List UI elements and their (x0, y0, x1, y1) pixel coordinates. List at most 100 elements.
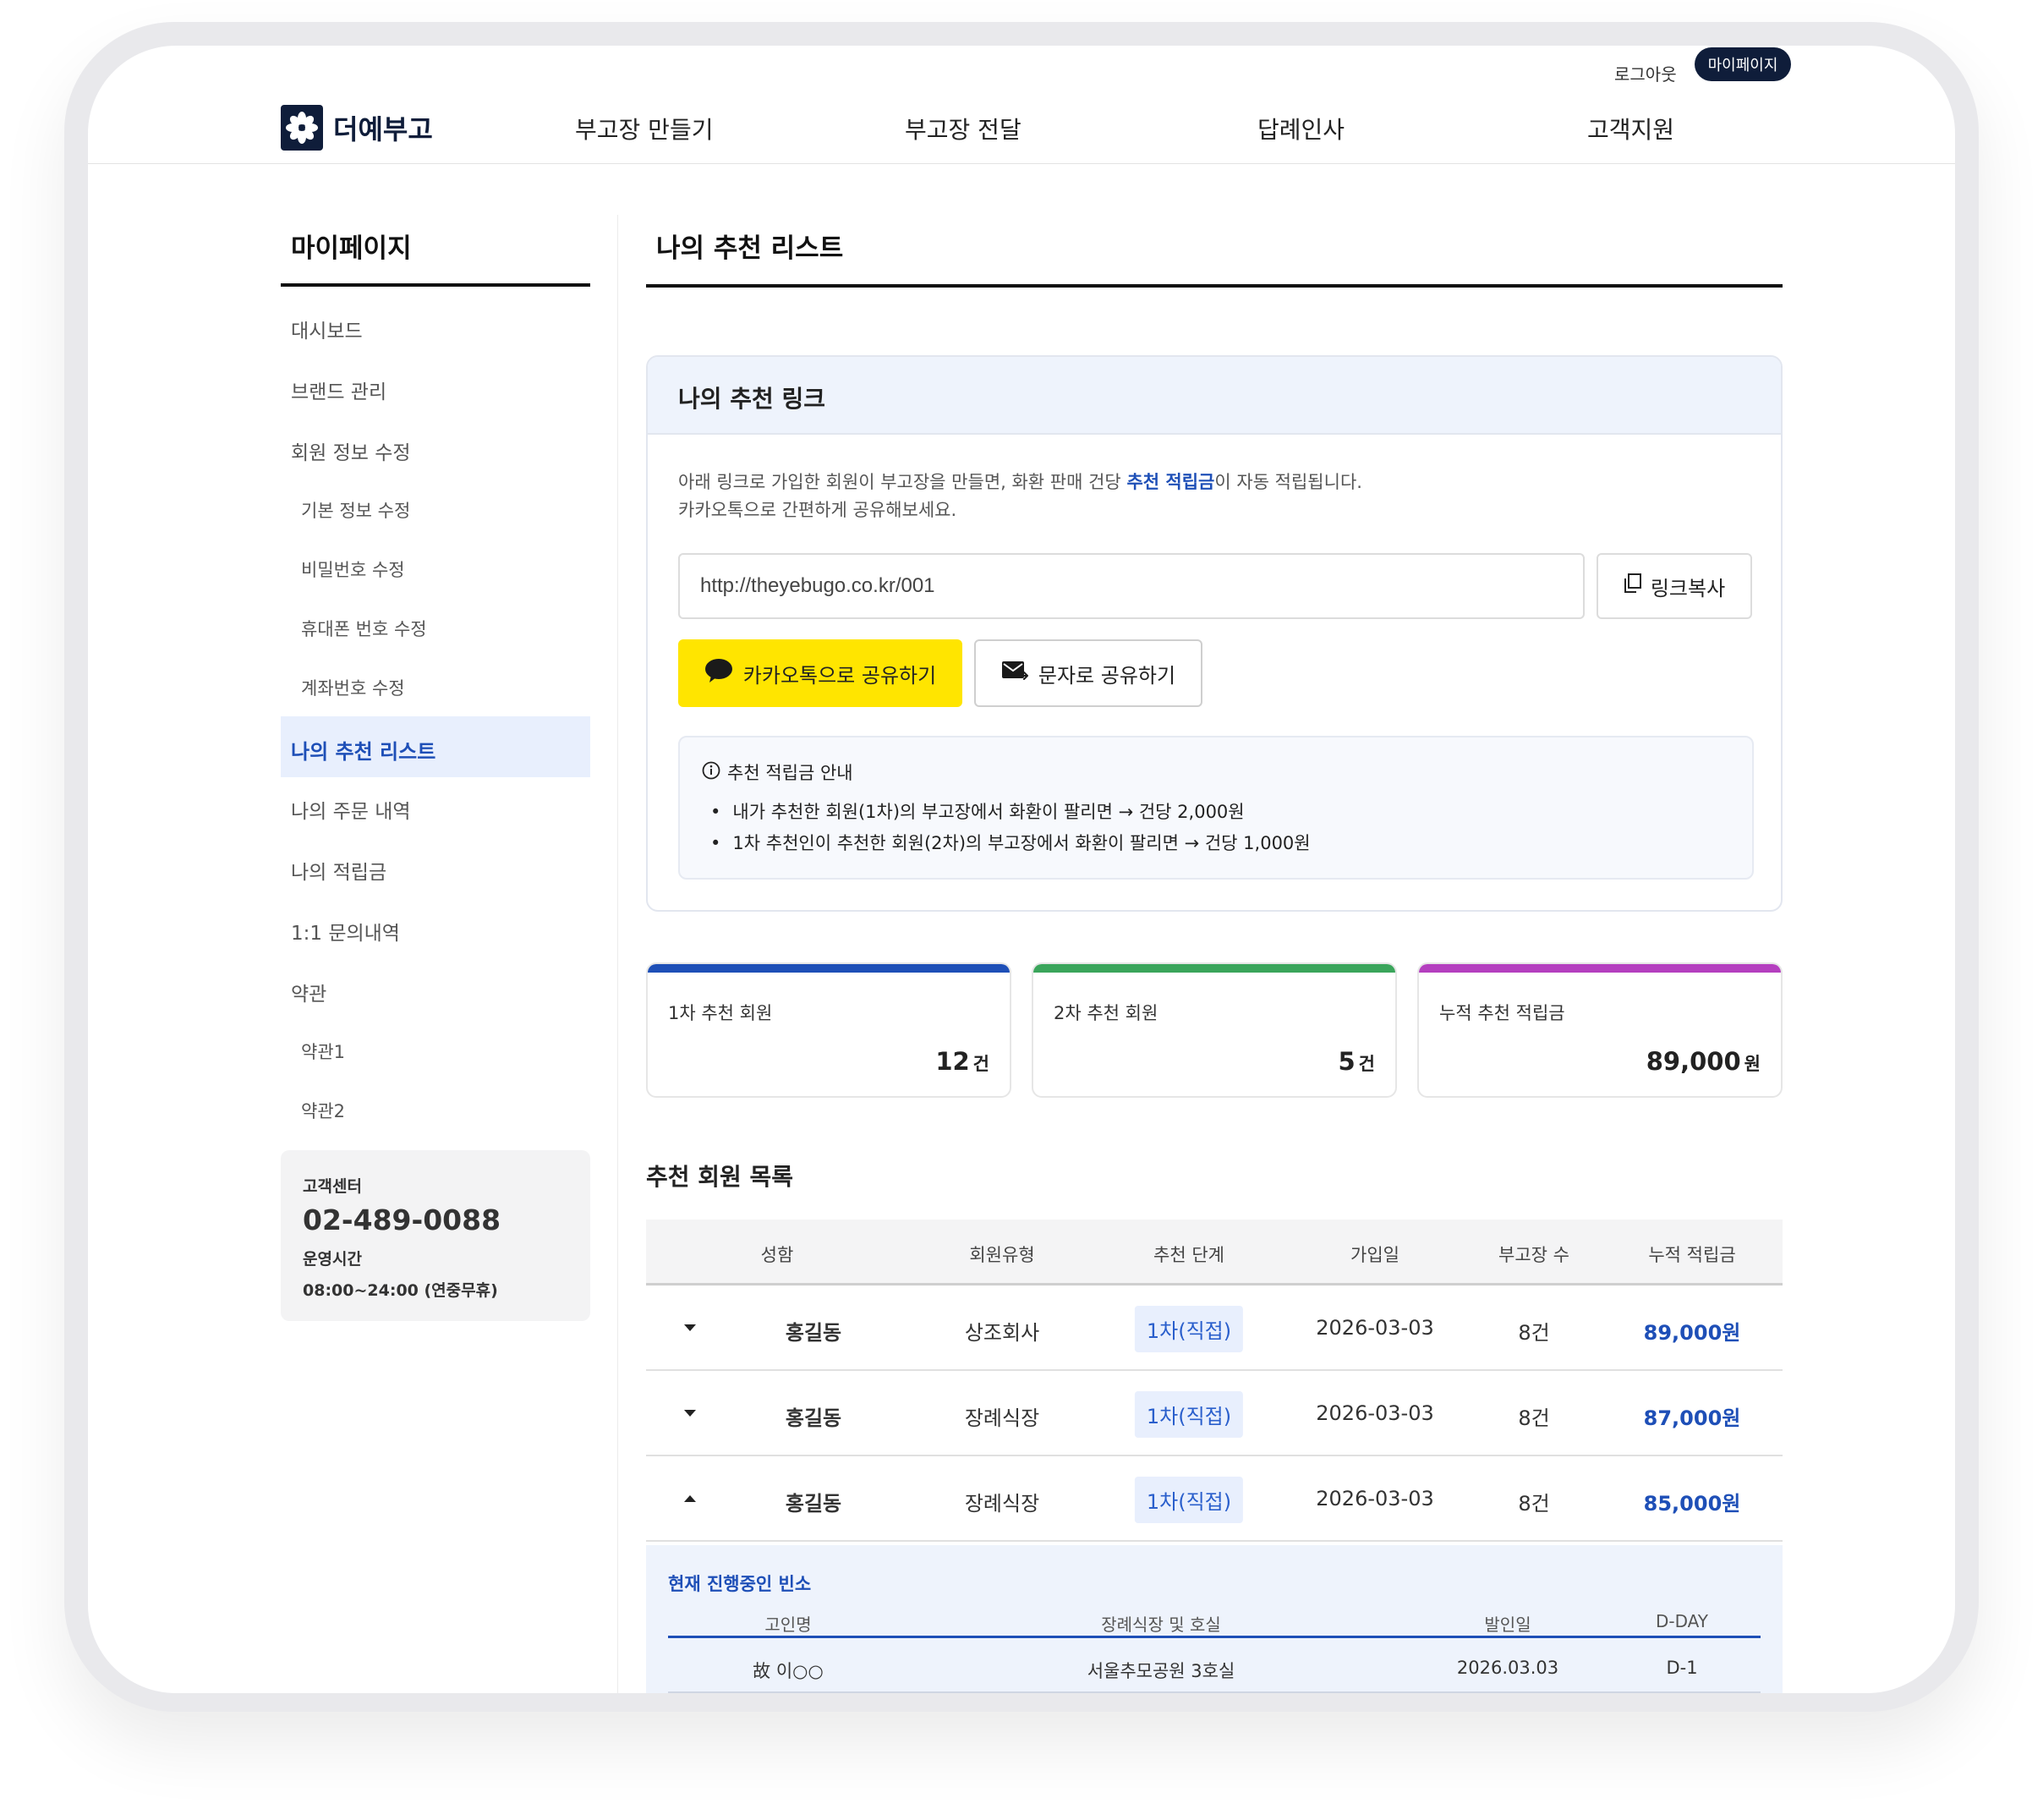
logout-link[interactable]: 로그아웃 (1614, 61, 1677, 85)
customer-center-box: 고객센터 02-489-0088 운영시간 08:00~24:00 (연중무휴) (281, 1150, 590, 1321)
sidebar-item-brand[interactable]: 브랜드 관리 (291, 376, 386, 404)
mypage-button[interactable]: 마이페이지 (1695, 47, 1791, 81)
stat-accent-bar (1419, 964, 1781, 973)
sidebar-item-points[interactable]: 나의 적립금 (291, 856, 386, 885)
obituary-count: 8건 (1518, 1406, 1550, 1430)
sidebar-title-underline (281, 283, 590, 287)
stat-card-first-level: 1차 추천 회원 12 건 (646, 962, 1011, 1098)
nav-send-obituary[interactable]: 부고장 전달 (905, 112, 1021, 145)
header-divider (88, 163, 1955, 164)
sms-share-button[interactable]: 문자로 공유하기 (974, 639, 1202, 707)
mail-icon (1001, 660, 1028, 687)
stat-label: 1차 추천 회원 (668, 1003, 773, 1023)
table-row[interactable]: 홍길동 장례식장 1차(직접) 2026-03-03 8건 85,000원 (646, 1456, 1783, 1542)
active-funeral-panel: 현재 진행중인 빈소 고인명 장례식장 및 호실 발인일 D-DAY 故 이○○… (646, 1545, 1783, 1693)
caret-down-icon[interactable] (683, 1405, 697, 1421)
copy-link-label: 링크복사 (1650, 576, 1726, 600)
referral-level-badge: 1차(직접) (1134, 1306, 1244, 1352)
referral-link-heading: 나의 추천 링크 (648, 357, 1781, 435)
column-header: 부고장 수 (1498, 1245, 1569, 1265)
desc-post: 이 자동 적립됩니다. (1214, 472, 1362, 492)
column-header: 누적 적립금 (1648, 1245, 1736, 1265)
table-row[interactable]: 홍길동 장례식장 1차(직접) 2026-03-03 8건 87,000원 (646, 1371, 1783, 1456)
member-type: 장례식장 (964, 1492, 1040, 1516)
column-header: 발인일 (1484, 1614, 1531, 1635)
funeral-date: 2026.03.03 (1456, 1658, 1559, 1678)
table-row[interactable]: 홍길동 상조회사 1차(직접) 2026-03-03 8건 89,000원 (646, 1286, 1783, 1371)
sidebar-item-phone-edit[interactable]: 휴대폰 번호 수정 (301, 616, 427, 641)
notice-item: 1차 추천인이 추천한 회원(2차)의 부고장에서 화환이 팔리면 → 건당 1… (702, 828, 1730, 859)
speech-bubble-icon (704, 658, 733, 688)
obituary-count: 8건 (1518, 1492, 1550, 1516)
referral-link-card: 나의 추천 링크 아래 링크로 가입한 회원이 부고장을 만들면, 화환 판매 … (646, 355, 1783, 912)
caret-up-icon[interactable] (683, 1490, 697, 1506)
nav-thanks[interactable]: 답례인사 (1257, 112, 1345, 145)
sidebar-item-dashboard[interactable]: 대시보드 (291, 315, 363, 343)
member-type: 장례식장 (964, 1406, 1040, 1430)
column-header: 추천 단계 (1153, 1245, 1224, 1265)
sidebar-item-basic-edit[interactable]: 기본 정보 수정 (301, 497, 410, 523)
column-header: D-DAY (1655, 1611, 1709, 1631)
obituary-count: 8건 (1518, 1321, 1550, 1345)
sub-table-header: 고인명 장례식장 및 호실 발인일 D-DAY (668, 1606, 1761, 1638)
sidebar-item-orders[interactable]: 나의 주문 내역 (291, 795, 411, 824)
referral-level-badge: 1차(직접) (1134, 1391, 1244, 1438)
sidebar-item-account-edit[interactable]: 계좌번호 수정 (301, 675, 405, 700)
referral-level-badge: 1차(직접) (1134, 1477, 1244, 1523)
column-header: 회원유형 (969, 1245, 1035, 1265)
sidebar-title: 마이페이지 (291, 233, 412, 264)
column-header: 가입일 (1350, 1245, 1399, 1265)
sidebar-item-password-edit[interactable]: 비밀번호 수정 (301, 556, 405, 582)
stat-label: 누적 추천 적립금 (1439, 1003, 1565, 1023)
desc-highlight: 추천 적립금 (1126, 472, 1215, 492)
nav-create-obituary[interactable]: 부고장 만들기 (575, 112, 713, 145)
join-date: 2026-03-03 (1316, 1487, 1434, 1510)
desc-line2: 카카오톡으로 간편하게 공유해보세요. (678, 500, 957, 520)
member-list-title: 추천 회원 목록 (646, 1163, 794, 1191)
copy-link-button[interactable]: 링크복사 (1597, 553, 1752, 619)
sidebar-item-terms1[interactable]: 약관1 (301, 1039, 345, 1064)
accumulated-points: 85,000원 (1643, 1492, 1741, 1516)
table-header: 성함 회원유형 추천 단계 가입일 부고장 수 누적 적립금 (646, 1220, 1783, 1286)
member-name: 홍길동 (785, 1321, 842, 1345)
sidebar-item-inquiry[interactable]: 1:1 문의내역 (291, 917, 400, 946)
sidebar-divider (617, 215, 618, 1693)
cs-hours: 08:00~24:00 (연중무휴) (303, 1281, 498, 1300)
join-date: 2026-03-03 (1316, 1316, 1434, 1340)
referral-notice: 추천 적립금 안내 내가 추천한 회원(1차)의 부고장에서 화환이 팔리면 →… (678, 736, 1754, 880)
referral-url-field[interactable]: http://theyebugo.co.kr/001 (678, 553, 1585, 619)
accumulated-points: 89,000원 (1643, 1321, 1741, 1345)
stat-card-total-points: 누적 추천 적립금 89,000 원 (1417, 962, 1783, 1098)
member-name: 홍길동 (785, 1406, 842, 1430)
cs-hours-label: 운영시간 (303, 1250, 362, 1269)
funeral-place: 서울추모공원 3호실 (1087, 1661, 1235, 1681)
sidebar-item-terms2[interactable]: 약관2 (301, 1098, 345, 1123)
d-day: D-1 (1666, 1658, 1698, 1678)
referral-description: 아래 링크로 가입한 회원이 부고장을 만들면, 화환 판매 건당 추천 적립금… (678, 469, 1362, 524)
column-header: 고인명 (764, 1614, 812, 1635)
sidebar-item-member-edit[interactable]: 회원 정보 수정 (291, 436, 411, 465)
sub-table-row[interactable]: 故 이○○ 서울추모공원 3호실 2026.03.03 D-1 (668, 1641, 1761, 1693)
sidebar-item-referral-list[interactable]: 나의 추천 리스트 (281, 716, 590, 777)
stat-value: 12 건 (935, 1047, 989, 1076)
column-header: 장례식장 및 호실 (1101, 1614, 1221, 1635)
join-date: 2026-03-03 (1316, 1401, 1434, 1425)
stat-card-second-level: 2차 추천 회원 5건 (1032, 962, 1397, 1098)
stat-value: 5건 (1338, 1047, 1375, 1076)
cs-label: 고객센터 (303, 1177, 362, 1196)
page-title: 나의 추천 리스트 (656, 233, 844, 264)
member-name: 홍길동 (785, 1492, 842, 1516)
sidebar-item-terms[interactable]: 약관 (291, 978, 326, 1006)
kakao-share-label: 카카오톡으로 공유하기 (742, 663, 937, 688)
column-header: 성함 (760, 1245, 794, 1265)
nav-support[interactable]: 고객지원 (1587, 112, 1674, 145)
kakao-share-button[interactable]: 카카오톡으로 공유하기 (678, 639, 962, 707)
stat-accent-bar (648, 964, 1010, 973)
sms-share-label: 문자로 공유하기 (1038, 663, 1176, 688)
info-icon (702, 761, 720, 784)
copy-icon (1624, 573, 1642, 599)
screen: 로그아웃 마이페이지 더예부고 부고장 만들기 부고장 전달 답례인사 고객지원… (88, 46, 1955, 1693)
sidebar-item-label: 나의 추천 리스트 (291, 740, 436, 764)
cs-phone: 02-489-0088 (303, 1203, 501, 1236)
caret-down-icon[interactable] (683, 1319, 697, 1335)
